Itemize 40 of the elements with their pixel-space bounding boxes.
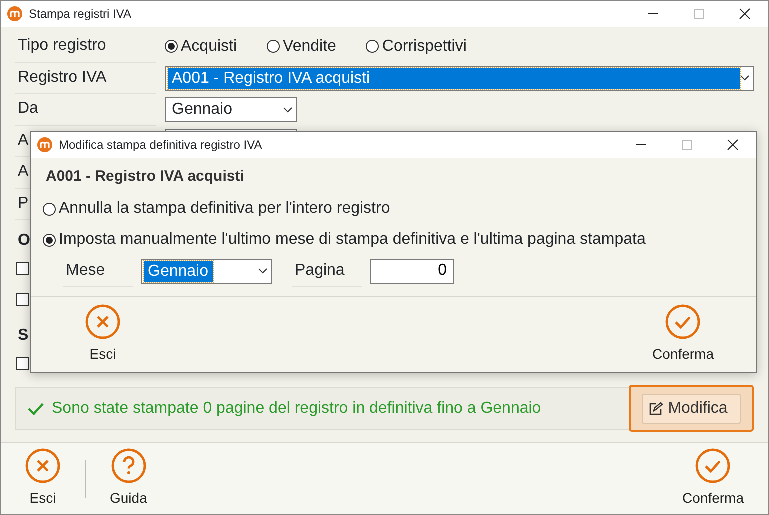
radio-option[interactable]: Acquisti	[165, 34, 238, 59]
app-logo-icon	[37, 137, 53, 153]
dropdown-caret-icon	[740, 75, 750, 82]
dropdown-caret-icon	[283, 106, 293, 113]
field-label: Mese	[63, 256, 133, 286]
edit-button[interactable]: Modifica	[642, 394, 741, 424]
status-message: Sono state stampate 0 pagine del registro in definitiva fino a Gennaio	[52, 398, 542, 418]
help-circle-icon	[110, 448, 147, 484]
field-label: Pagina	[292, 256, 362, 286]
app-logo-icon	[7, 6, 23, 22]
checkbox[interactable]	[16, 262, 29, 275]
select-field[interactable]: Gennaio	[165, 97, 297, 122]
window-title: Stampa registri IVA	[29, 6, 132, 23]
dialog-button[interactable]: Esci	[71, 304, 135, 365]
check-circle-icon	[665, 304, 702, 340]
checkbox[interactable]	[16, 357, 29, 370]
field-label: Tipo registro	[15, 31, 156, 62]
edit-icon	[649, 402, 664, 416]
radio-option[interactable]: Imposta manualmente l'ultimo mese di stampa definitiva e l'ultima pagina stampata	[43, 224, 744, 256]
month-select[interactable]: Gennaio	[141, 258, 272, 284]
close-circle-icon	[25, 448, 61, 484]
field-label: Registro IVA	[15, 62, 156, 94]
toolbar-button[interactable]: Guida	[96, 448, 162, 509]
dropdown-caret-icon	[258, 268, 268, 274]
radio-option[interactable]: Corrispettivi	[366, 34, 467, 59]
close-icon[interactable]	[727, 139, 739, 151]
check-icon	[28, 402, 44, 416]
toolbar-button[interactable]: Conferma	[668, 448, 758, 509]
section-title: O	[18, 231, 30, 250]
section-title: S	[18, 326, 29, 345]
field-label: Da	[15, 94, 156, 126]
page-input[interactable]: 0	[370, 258, 454, 284]
checkbox[interactable]	[16, 293, 29, 306]
radio-option[interactable]: Vendite	[267, 34, 336, 59]
dialog-button[interactable]: Conferma	[638, 304, 728, 365]
close-icon[interactable]	[739, 8, 751, 20]
select-field[interactable]: A001 - Registro IVA acquisti	[165, 66, 754, 91]
check-circle-icon	[695, 448, 732, 484]
close-circle-icon	[85, 304, 121, 340]
toolbar-button[interactable]: Esci	[11, 448, 75, 509]
